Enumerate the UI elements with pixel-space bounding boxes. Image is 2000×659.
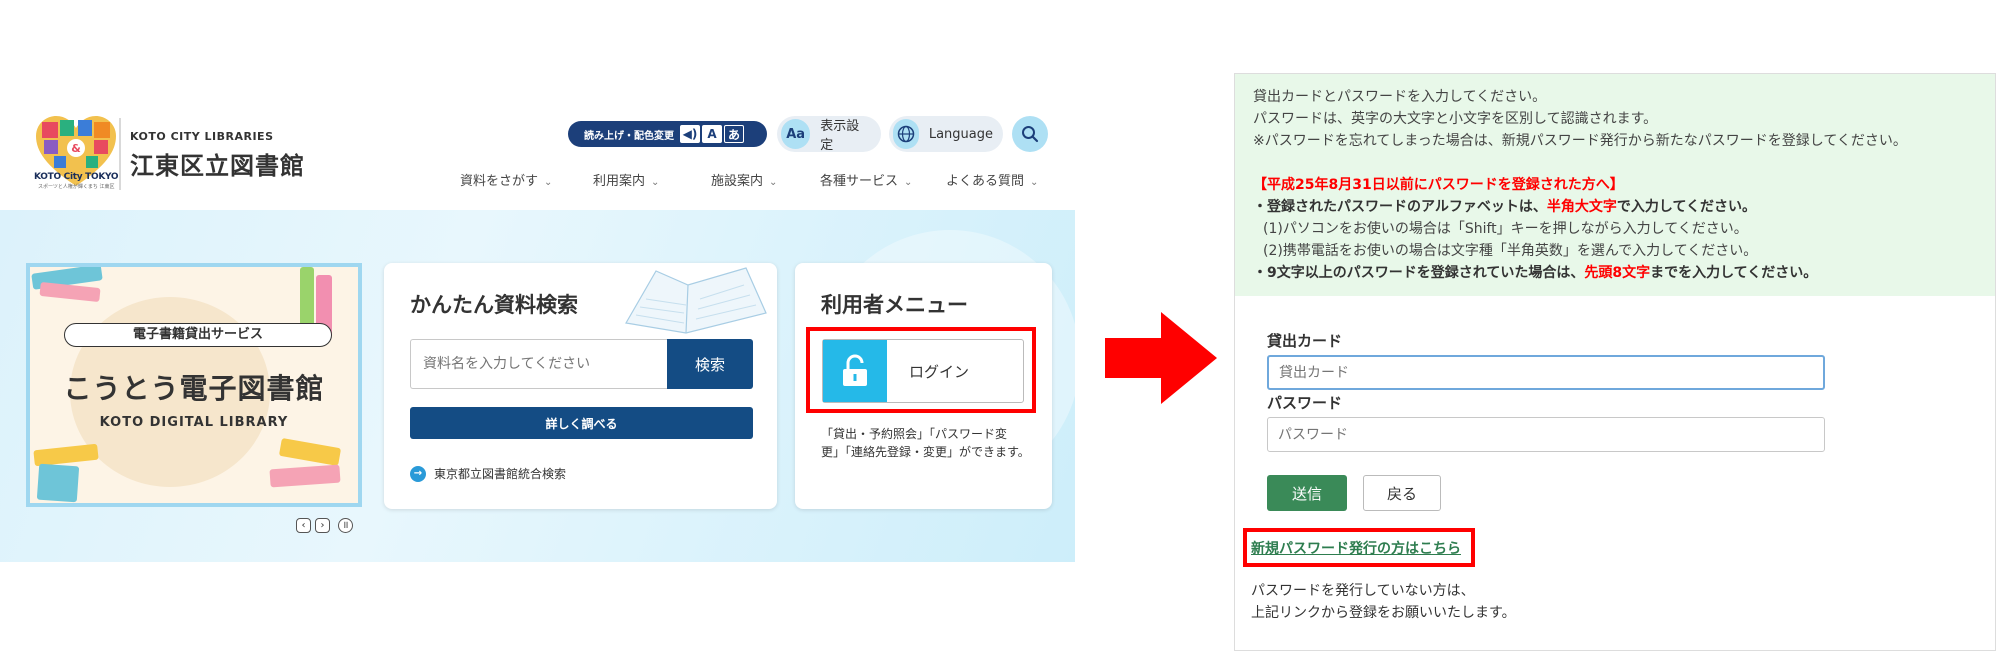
book-illustration bbox=[300, 267, 314, 327]
new-password-link[interactable]: 新規パスワード発行の方はこちら bbox=[1251, 538, 1461, 558]
logo-slogan: スポーツと人権が輝くまち 江東区 bbox=[38, 184, 115, 190]
submit-button[interactable]: 送信 bbox=[1267, 475, 1347, 511]
nav-facilities[interactable]: 施設案内 ⌄ bbox=[711, 170, 777, 189]
chevron-down-icon: ⌄ bbox=[1030, 177, 1039, 188]
registration-note: パスワードを発行していない方は、 上記リンクから登録をお願いいたします。 bbox=[1251, 580, 1516, 624]
quick-search-card: かんたん資料検索 検索 詳しく調べる → 東京都立図書館統合検索 bbox=[384, 263, 777, 509]
notice-line: 貸出カードとパスワードを入力してください。 bbox=[1253, 89, 1547, 105]
advanced-search-button[interactable]: 詳しく調べる bbox=[410, 407, 753, 439]
globe-icon bbox=[893, 119, 919, 149]
font-size-icon: A bbox=[702, 125, 722, 143]
nav-label: 各種サービス bbox=[820, 174, 899, 189]
registration-note-line: パスワードを発行していない方は、 bbox=[1251, 583, 1475, 599]
search-submit-button[interactable]: 検索 bbox=[667, 339, 753, 389]
display-settings-label: 表示設定 bbox=[820, 119, 860, 153]
brand-english: KOTO CITY LIBRARIES bbox=[130, 130, 274, 143]
hiragana-icon: あ bbox=[724, 125, 744, 143]
nav-faq[interactable]: よくある質問 ⌄ bbox=[946, 170, 1038, 189]
nav-label: 利用案内 bbox=[593, 174, 646, 189]
notice-rule: ・9文字以上のパスワードを登録されていた場合は、先頭8文字までを入力してください… bbox=[1253, 262, 1995, 284]
notice-subline: (1)パソコンをお使いの場合は「Shift」キーを押しながら入力してください。 bbox=[1263, 221, 1748, 237]
chevron-down-icon: ⌄ bbox=[904, 177, 913, 188]
nav-usage-guide[interactable]: 利用案内 ⌄ bbox=[593, 170, 659, 189]
text-size-icon: Aa bbox=[781, 119, 811, 149]
carousel-prev-button[interactable]: ‹ bbox=[296, 518, 311, 533]
logo-divider bbox=[119, 118, 121, 190]
nav-label: よくある質問 bbox=[946, 174, 1025, 189]
notice-rule: ・登録されたパスワードのアルファベットは、半角大文字で入力してください。 bbox=[1253, 196, 1995, 218]
notice-rule-text: で入力してください。 bbox=[1616, 199, 1757, 215]
library-top-page: & KOTO City TOKYO スポーツと人権が輝くまち 江東区 KOTO … bbox=[0, 0, 1075, 659]
logo-text: KOTO City TOKYO bbox=[34, 172, 119, 182]
arrow-right-icon: → bbox=[410, 465, 426, 482]
login-button[interactable]: ログイン bbox=[822, 339, 1024, 403]
brand-japanese[interactable]: 江東区立図書館 bbox=[130, 146, 305, 181]
notice-subline: (2)携帯電話をお使いの場合は文字種「半角英数」を選んで入力してください。 bbox=[1263, 243, 1758, 259]
book-illustration bbox=[39, 281, 101, 303]
book-illustration bbox=[33, 443, 99, 467]
chevron-down-icon: ⌄ bbox=[651, 177, 660, 188]
notice-rule-emphasis: 先頭8文字 bbox=[1584, 265, 1651, 281]
notice-rule-text: ・登録されたパスワードのアルファベットは、 bbox=[1253, 199, 1547, 215]
notice-rule-text: ・9文字以上のパスワードを登録されていた場合は、 bbox=[1253, 265, 1585, 281]
banner-tag: 電子書籍貸出サービス bbox=[64, 323, 332, 347]
banner-title: こうとう電子図書館 bbox=[63, 372, 325, 405]
book-illustration bbox=[36, 463, 80, 503]
password-label: パスワード bbox=[1267, 394, 1343, 412]
notice-rule-text: までを入力してください。 bbox=[1650, 265, 1818, 281]
quick-search-title: かんたん資料検索 bbox=[410, 293, 578, 317]
svg-text:&: & bbox=[71, 142, 81, 155]
book-illustration bbox=[278, 437, 342, 467]
search-icon bbox=[1022, 126, 1039, 143]
notice-line: パスワードは、英字の大文字と小文字を区別して認識されます。 bbox=[1253, 111, 1658, 127]
notice-line: ※パスワードを忘れてしまった場合は、新規パスワード発行から新たなパスワードを登録… bbox=[1253, 133, 1907, 149]
arrow-right-icon bbox=[1105, 312, 1217, 404]
nav-label: 資料をさがす bbox=[460, 174, 539, 189]
language-label: Language bbox=[928, 126, 993, 142]
material-search-input[interactable] bbox=[410, 339, 667, 389]
language-button[interactable]: Language bbox=[889, 116, 1003, 152]
chevron-down-icon: ⌄ bbox=[769, 177, 778, 188]
password-input[interactable] bbox=[1267, 417, 1825, 452]
card-number-label: 貸出カード bbox=[1267, 332, 1343, 350]
read-aloud-label: 読み上げ・配色変更 bbox=[584, 130, 674, 142]
login-form-page: 貸出カードとパスワードを入力してください。 パスワードは、英字の大文字と小文字を… bbox=[1234, 73, 1996, 651]
carousel-next-button[interactable]: › bbox=[315, 518, 330, 533]
tokyo-link-label: 東京都立図書館統合検索 bbox=[434, 467, 567, 481]
login-label: ログイン bbox=[909, 362, 970, 381]
book-illustration bbox=[269, 464, 341, 488]
site-search-button[interactable] bbox=[1012, 116, 1048, 152]
notice-heading: 【平成25年8月31日以前にパスワードを登録された方へ】 bbox=[1253, 177, 1624, 193]
notice-rule-emphasis: 半角大文字 bbox=[1546, 199, 1617, 215]
user-menu-description: 「貸出・予約照会」「パスワード変更」「連絡先登録・変更」ができます。 bbox=[821, 427, 1030, 459]
banner-subtitle: KOTO DIGITAL LIBRARY bbox=[99, 415, 289, 430]
speaker-icon: ◀) bbox=[680, 125, 700, 143]
back-button[interactable]: 戻る bbox=[1363, 475, 1441, 511]
chevron-down-icon: ⌄ bbox=[544, 177, 553, 188]
read-aloud-color-button[interactable]: 読み上げ・配色変更 ◀) A あ bbox=[568, 121, 767, 147]
login-notice: 貸出カードとパスワードを入力してください。 パスワードは、英字の大文字と小文字を… bbox=[1235, 74, 1995, 296]
carousel-pause-button[interactable]: ॥ bbox=[338, 518, 353, 533]
tokyo-library-search-link[interactable]: → 東京都立図書館統合検索 bbox=[410, 465, 566, 482]
display-settings-button[interactable]: Aa 表示設定 bbox=[777, 116, 881, 153]
nav-label: 施設案内 bbox=[711, 174, 764, 189]
unlock-icon bbox=[823, 340, 887, 402]
registration-note-line: 上記リンクから登録をお願いいたします。 bbox=[1251, 605, 1516, 621]
nav-search-materials[interactable]: 資料をさがす ⌄ bbox=[460, 170, 552, 189]
open-book-illustration bbox=[625, 267, 767, 334]
card-number-input[interactable] bbox=[1267, 355, 1825, 390]
nav-services[interactable]: 各種サービス ⌄ bbox=[820, 170, 912, 189]
digital-library-banner[interactable]: 電子書籍貸出サービス こうとう電子図書館 KOTO DIGITAL LIBRAR… bbox=[26, 263, 362, 507]
user-menu-title: 利用者メニュー bbox=[821, 293, 968, 317]
